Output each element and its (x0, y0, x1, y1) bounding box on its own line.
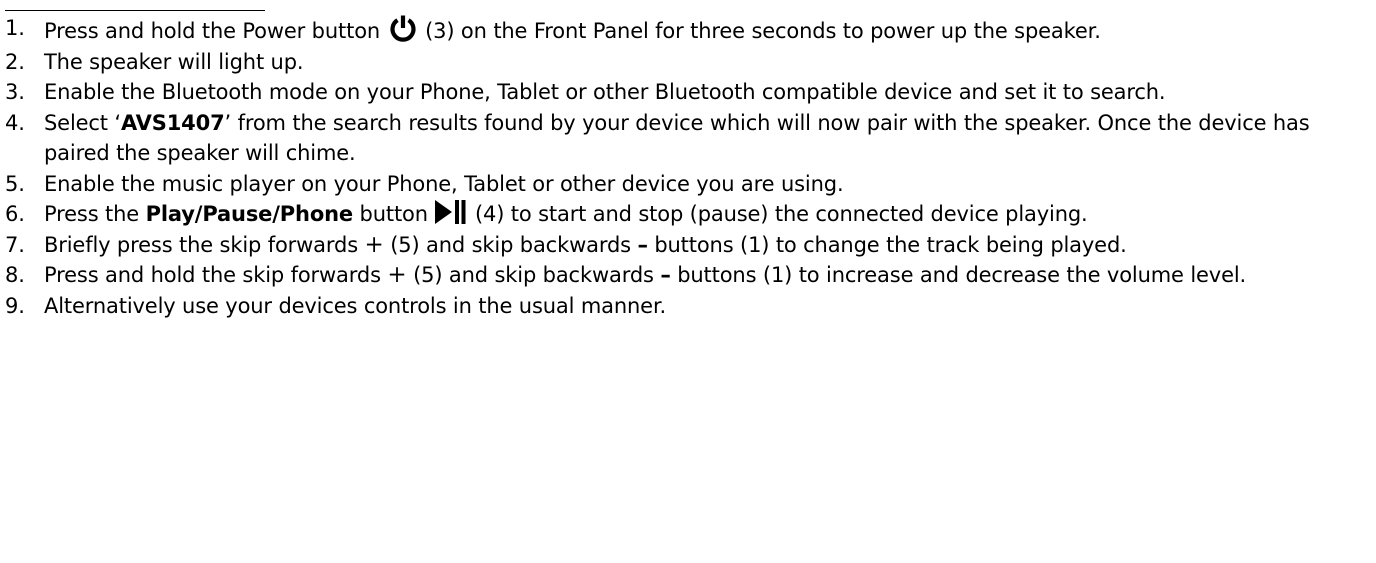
list-item: 1. Press and hold the Power button (3) o… (0, 13, 1376, 47)
step-text: Briefly press the skip forwards (44, 232, 358, 257)
step-text: Press and hold the Power button (44, 19, 381, 43)
step-text: buttons (1) to increase and decrease the… (677, 263, 1247, 287)
list-item: 5. Enable the music player on your Phone… (0, 169, 1376, 200)
step-number: 2. (5, 49, 25, 74)
step-number: 8. (5, 263, 25, 287)
step-number: 3. (5, 80, 25, 104)
list-item: 7. Briefly press the skip forwards + (5)… (0, 230, 1376, 261)
button-name: Play/Pause/Phone (145, 202, 354, 226)
step-text: buttons (1) to change the track being pl… (654, 232, 1127, 257)
step-number: 9. (5, 293, 25, 318)
list-item: 2. The speaker will light up. (0, 47, 1376, 78)
step-text: Press the (44, 202, 140, 226)
step-text: Press and hold the skip forwards (44, 263, 381, 287)
step-number: 5. (5, 171, 25, 196)
step-number: 7. (5, 232, 25, 257)
step-text: (5) and skip backwards (390, 232, 631, 257)
step-text: (3) on the Front Panel for three seconds… (425, 19, 1101, 43)
play-pause-icon (435, 200, 466, 224)
list-item: 8. Press and hold the skip forwards + (5… (0, 260, 1376, 291)
step-text: The speaker will light up. (44, 49, 304, 74)
step-text: Alternatively use your devices controls … (44, 293, 667, 318)
list-item: 3. Enable the Bluetooth mode on your Pho… (0, 77, 1376, 108)
list-item: 6. Press the Play/Pause/Phone button (4)… (0, 199, 1376, 230)
plus-symbol: + (364, 231, 384, 258)
device-name: AVS1407 (120, 110, 225, 135)
step-text: Enable the music player on your Phone, T… (44, 171, 844, 196)
list-item: 9. Alternatively use your devices contro… (0, 291, 1376, 322)
plus-symbol: + (387, 262, 407, 288)
step-text: Enable the Bluetooth mode on your Phone,… (44, 80, 1166, 104)
heading-underline (5, 0, 265, 11)
minus-symbol: – (660, 263, 671, 287)
step-text: ’ from the search results found by your … (44, 110, 1310, 166)
power-icon (389, 15, 416, 42)
step-text: (4) to start and stop (pause) the connec… (474, 202, 1088, 226)
step-number: 4. (5, 110, 25, 135)
instruction-list: 1. Press and hold the Power button (3) o… (0, 13, 1376, 321)
step-text: Select ‘ (44, 110, 121, 135)
step-number: 6. (5, 202, 25, 226)
list-item: 4. Select ‘AVS1407’ from the search resu… (0, 108, 1376, 169)
step-number: 1. (5, 16, 25, 40)
step-text: button (359, 202, 429, 226)
step-text: (5) and skip backwards (413, 263, 654, 287)
minus-symbol: – (637, 232, 648, 257)
